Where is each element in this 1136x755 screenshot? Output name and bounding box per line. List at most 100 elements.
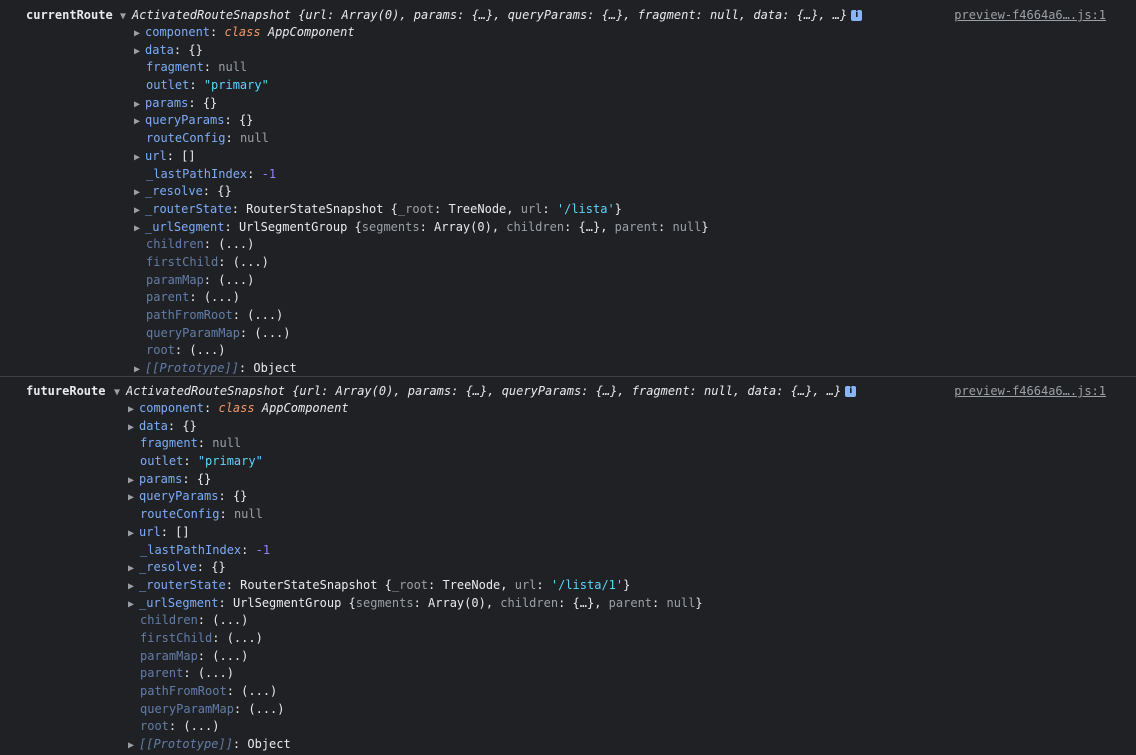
prop-row-query-param-map[interactable]: queryParamMap: (...) xyxy=(134,325,1136,343)
triangle-right-icon[interactable]: ▶ xyxy=(134,149,145,167)
prop-row-param-map[interactable]: paramMap: (...) xyxy=(134,272,1136,290)
lazy-value[interactable]: (...) xyxy=(241,684,277,698)
prop-value: {} xyxy=(232,489,248,504)
brace: { xyxy=(354,219,362,234)
prop-row-parent[interactable]: parent: (...) xyxy=(128,665,1136,683)
summary-preview: {url: Array(0), params: {…}, queryParams… xyxy=(298,8,848,22)
prop-row-fragment: fragment: null xyxy=(140,436,242,451)
lazy-value[interactable]: (...) xyxy=(218,237,254,251)
prop-key: component xyxy=(139,401,205,415)
prop-key: firstChild xyxy=(146,254,219,269)
prop-type: UrlSegmentGroup xyxy=(238,219,348,234)
preview-value: Array(0) xyxy=(434,219,492,234)
object-summary[interactable]: ▼ ActivatedRouteSnapshot {url: Array(0), … xyxy=(114,382,857,402)
prop-value: {} xyxy=(238,113,254,128)
preview-value: {…} xyxy=(572,595,595,610)
prop-row-router-state[interactable]: ▶ _routerState: RouterStateSnapshot {_roo… xyxy=(134,201,1136,219)
triangle-right-icon[interactable]: ▶ xyxy=(128,401,139,419)
lazy-value[interactable]: (...) xyxy=(183,719,219,733)
triangle-right-icon[interactable]: ▶ xyxy=(134,202,145,220)
triangle-right-icon[interactable]: ▶ xyxy=(134,220,145,238)
prop-row-route-config: routeConfig: null xyxy=(146,131,269,146)
lazy-value[interactable]: (...) xyxy=(247,308,283,322)
prop-row-children[interactable]: children: (...) xyxy=(134,236,1136,254)
prop-row-prototype[interactable]: ▶ [[Prototype]]: Object xyxy=(128,736,1136,754)
lazy-value[interactable]: (...) xyxy=(204,290,240,304)
summary-preview: {url: Array(0), params: {…}, queryParams… xyxy=(292,384,842,398)
prop-key: _urlSegment xyxy=(139,595,219,610)
prop-row-data[interactable]: ▶ data: {} xyxy=(128,418,1136,436)
prop-row-first-child[interactable]: firstChild: (...) xyxy=(128,630,1136,648)
triangle-right-icon[interactable]: ▶ xyxy=(128,419,139,437)
prop-row-path-from-root[interactable]: pathFromRoot: (...) xyxy=(134,307,1136,325)
lazy-value[interactable]: (...) xyxy=(254,326,290,340)
triangle-right-icon[interactable]: ▶ xyxy=(128,737,139,755)
preview-key: parent xyxy=(608,595,653,610)
info-icon[interactable]: i xyxy=(851,10,863,21)
prop-row-resolve[interactable]: ▶ _resolve: {} xyxy=(128,559,1136,577)
console-entry-header[interactable]: futureRoute ▼ ActivatedRouteSnapshot {url… xyxy=(0,382,1136,400)
prop-key: queryParams xyxy=(145,113,225,128)
prop-row-param-map[interactable]: paramMap: (...) xyxy=(128,648,1136,666)
preview-key: _root xyxy=(397,201,435,216)
triangle-right-icon[interactable]: ▶ xyxy=(134,96,145,114)
lazy-value[interactable]: (...) xyxy=(198,666,234,680)
prop-row-prototype[interactable]: ▶ [[Prototype]]: Object xyxy=(134,360,1136,378)
lazy-value[interactable]: (...) xyxy=(212,649,248,663)
prop-row-url-segment[interactable]: ▶ _urlSegment: UrlSegmentGroup {segments:… xyxy=(128,595,1136,613)
info-icon[interactable]: i xyxy=(845,386,857,397)
object-summary[interactable]: ▼ ActivatedRouteSnapshot {url: Array(0), … xyxy=(120,6,863,26)
triangle-down-icon[interactable]: ▼ xyxy=(120,8,132,26)
prop-row-query-param-map[interactable]: queryParamMap: (...) xyxy=(128,701,1136,719)
prop-row-path-from-root[interactable]: pathFromRoot: (...) xyxy=(128,683,1136,701)
prop-row-data[interactable]: ▶ data: {} xyxy=(134,42,1136,60)
triangle-right-icon[interactable]: ▶ xyxy=(128,578,139,596)
triangle-right-icon[interactable]: ▶ xyxy=(128,525,139,543)
prop-row-params[interactable]: ▶ params: {} xyxy=(134,95,1136,113)
lazy-value[interactable]: (...) xyxy=(218,273,254,287)
lazy-value[interactable]: (...) xyxy=(227,631,263,645)
prop-value: [] xyxy=(181,148,196,163)
prop-row-parent[interactable]: parent: (...) xyxy=(134,289,1136,307)
prop-row-resolve[interactable]: ▶ _resolve: {} xyxy=(134,183,1136,201)
prop-row-last-path-index: _lastPathIndex: -1 xyxy=(140,542,271,557)
lazy-value[interactable]: (...) xyxy=(189,343,225,357)
prop-row-url[interactable]: ▶ url: [] xyxy=(128,524,1136,542)
prop-row-children[interactable]: children: (...) xyxy=(128,612,1136,630)
prop-value: {} xyxy=(211,560,226,575)
prop-row-root[interactable]: root: (...) xyxy=(134,342,1136,360)
lazy-value[interactable]: (...) xyxy=(233,255,269,269)
prop-row-url-segment[interactable]: ▶ _urlSegment: UrlSegmentGroup {segments:… xyxy=(134,219,1136,237)
prop-row-first-child[interactable]: firstChild: (...) xyxy=(134,254,1136,272)
triangle-right-icon[interactable]: ▶ xyxy=(134,43,145,61)
prop-row-component[interactable]: ▶ component: class AppComponent xyxy=(128,400,1136,418)
triangle-right-icon[interactable]: ▶ xyxy=(128,489,139,507)
prop-row-root[interactable]: root: (...) xyxy=(128,718,1136,736)
console-entry-header[interactable]: currentRoute ▼ ActivatedRouteSnapshot {ur… xyxy=(0,6,1136,24)
lazy-value[interactable]: (...) xyxy=(212,613,248,627)
prop-row-url[interactable]: ▶ url: [] xyxy=(134,148,1136,166)
prop-row-router-state[interactable]: ▶ _routerState: RouterStateSnapshot {_roo… xyxy=(128,577,1136,595)
triangle-right-icon[interactable]: ▶ xyxy=(128,472,139,490)
triangle-right-icon[interactable]: ▶ xyxy=(128,596,139,614)
prop-row-query-params[interactable]: ▶ queryParams: {} xyxy=(128,488,1136,506)
prop-row-component[interactable]: ▶ component: class AppComponent xyxy=(134,24,1136,42)
triangle-right-icon[interactable]: ▶ xyxy=(134,113,145,131)
triangle-right-icon[interactable]: ▶ xyxy=(134,25,145,43)
triangle-right-icon[interactable]: ▶ xyxy=(128,560,139,578)
prop-key: [[Prototype]] xyxy=(139,737,233,752)
source-link[interactable]: preview-f4664a6….js:1 xyxy=(954,382,1106,400)
prop-row-outlet: outlet: "primary" xyxy=(146,78,269,93)
prop-key: queryParams xyxy=(139,489,219,504)
console-entry-future-route: futureRoute ▼ ActivatedRouteSnapshot {url… xyxy=(0,377,1136,754)
triangle-right-icon[interactable]: ▶ xyxy=(134,184,145,202)
prop-row-params[interactable]: ▶ params: {} xyxy=(128,471,1136,489)
preview-value: {…} xyxy=(578,219,601,234)
prop-row-route-config: routeConfig: null xyxy=(140,507,263,522)
prop-key: children xyxy=(140,613,198,628)
lazy-value[interactable]: (...) xyxy=(248,702,284,716)
triangle-down-icon[interactable]: ▼ xyxy=(114,384,126,402)
source-link[interactable]: preview-f4664a6….js:1 xyxy=(954,6,1106,24)
brace: { xyxy=(348,595,356,610)
prop-row-query-params[interactable]: ▶ queryParams: {} xyxy=(134,112,1136,130)
